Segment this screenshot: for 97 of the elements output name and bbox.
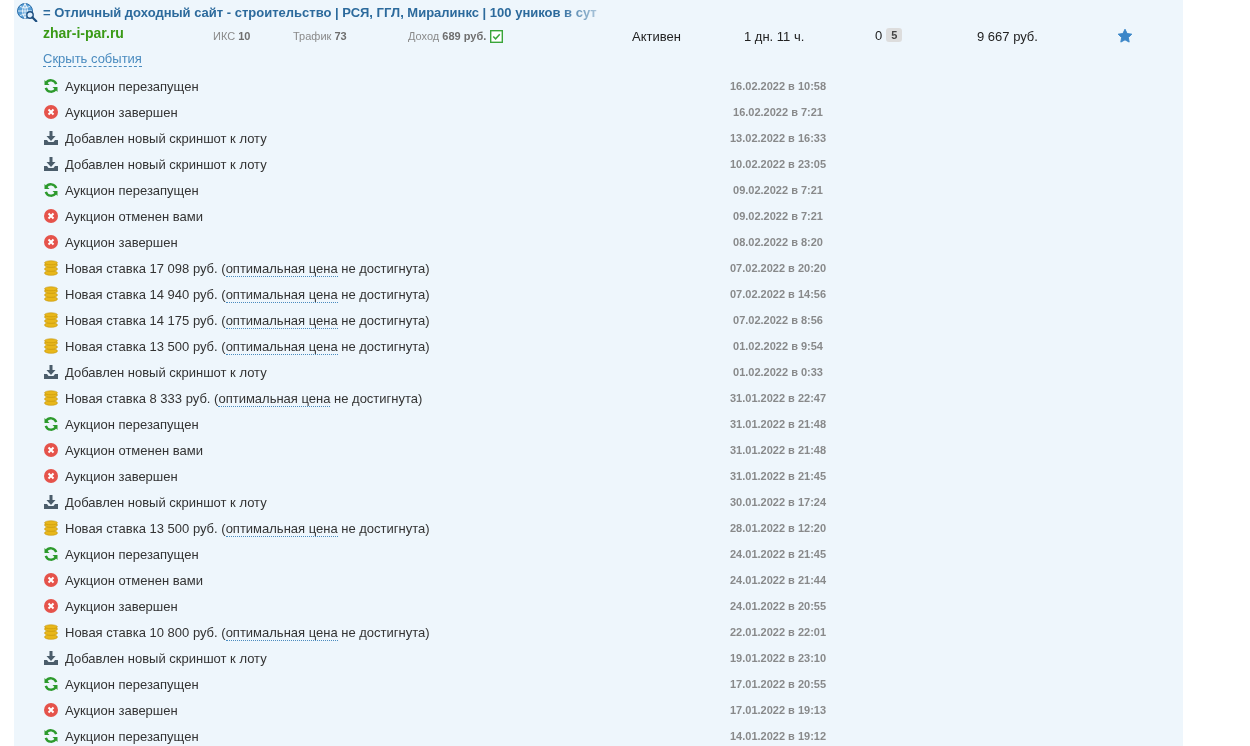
event-date: 01.02.2022 в 9:54 — [732, 340, 824, 352]
optimal-price-link[interactable]: оптимальная цена — [225, 286, 338, 303]
event-text: Добавлен новый скриншот к лоту — [65, 364, 267, 380]
bid-event-text: Новая ставка 8 333 руб. (оптимальная цена не достигнута) — [65, 390, 423, 406]
optimal-price-link[interactable]: оптимальная цена — [225, 312, 338, 329]
event-date: 07.02.2022 в 8:56 — [732, 314, 824, 326]
bid-event-text: Новая ставка 13 500 руб. (оптимальная цена не достигнута) — [65, 338, 430, 354]
event-text: Аукцион завершен — [65, 598, 178, 614]
download-icon — [43, 650, 59, 666]
cross-circle-icon — [43, 208, 59, 224]
cross-circle-icon — [43, 598, 59, 614]
refresh-icon — [43, 416, 59, 432]
coin-stack-icon — [43, 338, 59, 354]
event-text: Аукцион отменен вами — [65, 442, 203, 458]
coin-stack-icon — [43, 260, 59, 276]
event-text: Добавлен новый скриншот к лоту — [65, 130, 267, 146]
event-text: Аукцион перезапущен — [65, 728, 199, 744]
coin-stack-icon — [43, 286, 59, 302]
bid-event-text: Новая ставка 10 800 руб. (оптимальная цена не достигнута) — [65, 624, 430, 640]
refresh-icon — [43, 676, 59, 692]
event-text: Аукцион перезапущен — [65, 78, 199, 94]
event-date: 22.01.2022 в 22:01 — [728, 626, 828, 638]
event-date: 31.01.2022 в 21:48 — [728, 418, 828, 430]
bid-event-text: Новая ставка 13 500 руб. (оптимальная цена не достигнута) — [65, 520, 430, 536]
event-date: 10.02.2022 в 23:05 — [728, 158, 828, 170]
download-icon — [43, 364, 59, 380]
event-date: 28.01.2022 в 12:20 — [728, 522, 828, 534]
coin-stack-icon — [43, 390, 59, 406]
bid-event-text: Новая ставка 17 098 руб. (оптимальная цена не достигнута) — [65, 260, 430, 276]
event-text: Аукцион завершен — [65, 468, 178, 484]
hide-events-link[interactable]: Скрыть события — [43, 51, 142, 67]
event-text: Аукцион перезапущен — [65, 676, 199, 692]
event-date: 24.01.2022 в 21:45 — [728, 548, 828, 560]
globe-search-icon — [16, 2, 38, 22]
event-text: Аукцион перезапущен — [65, 546, 199, 562]
event-text: Аукцион завершен — [65, 702, 178, 718]
event-text: Добавлен новый скриншот к лоту — [65, 156, 267, 172]
event-text: Аукцион отменен вами — [65, 208, 203, 224]
event-date: 31.01.2022 в 21:48 — [728, 444, 828, 456]
cross-circle-icon — [43, 234, 59, 250]
iks-value: ИКС 10 — [213, 30, 252, 42]
cross-circle-icon — [43, 104, 59, 120]
coin-stack-icon — [43, 624, 59, 640]
comment-count-badge[interactable]: 5 — [886, 28, 903, 42]
event-date: 24.01.2022 в 20:55 — [728, 600, 828, 612]
income-value: Доход 689 руб. — [408, 30, 487, 42]
event-date: 07.02.2022 в 14:56 — [728, 288, 828, 300]
refresh-icon — [43, 728, 59, 744]
event-date: 17.01.2022 в 19:13 — [728, 704, 828, 716]
optimal-price-link[interactable]: оптимальная цена — [225, 338, 338, 355]
refresh-icon — [43, 546, 59, 562]
event-date: 14.01.2022 в 19:12 — [728, 730, 828, 742]
optimal-price-link[interactable]: оптимальная цена — [218, 390, 331, 407]
event-date: 31.01.2022 в 21:45 — [728, 470, 828, 482]
event-date: 24.01.2022 в 21:44 — [728, 574, 828, 586]
event-text: Аукцион завершен — [65, 234, 178, 250]
status-text: Активен — [632, 28, 682, 44]
optimal-price-link[interactable]: оптимальная цена — [225, 624, 338, 641]
event-date: 31.01.2022 в 22:47 — [728, 392, 828, 404]
star-icon[interactable] — [1117, 28, 1133, 44]
optimal-price-link[interactable]: оптимальная цена — [225, 520, 338, 537]
cross-circle-icon — [43, 442, 59, 458]
event-date: 09.02.2022 в 7:21 — [732, 210, 824, 222]
event-text: Аукцион отменен вами — [65, 572, 203, 588]
event-text: Аукцион перезапущен — [65, 416, 199, 432]
cross-circle-icon — [43, 702, 59, 718]
event-text: Аукцион перезапущен — [65, 182, 199, 198]
bid-count: 0 — [875, 27, 883, 43]
event-date: 01.02.2022 в 0:33 — [732, 366, 824, 378]
event-date: 08.02.2022 в 8:20 — [732, 236, 824, 248]
event-date: 09.02.2022 в 7:21 — [732, 184, 824, 196]
cross-circle-icon — [43, 572, 59, 588]
event-date: 16.02.2022 в 10:58 — [728, 80, 828, 92]
event-date: 19.01.2022 в 23:10 — [728, 652, 828, 664]
event-text: Добавлен новый скриншот к лоту — [65, 650, 267, 666]
coin-stack-icon — [43, 520, 59, 536]
download-icon — [43, 494, 59, 510]
event-date: 16.02.2022 в 7:21 — [732, 106, 824, 118]
refresh-icon — [43, 182, 59, 198]
download-icon — [43, 156, 59, 172]
event-date: 13.02.2022 в 16:33 — [728, 132, 828, 144]
cross-circle-icon — [43, 468, 59, 484]
coin-stack-icon — [43, 312, 59, 328]
event-text: Аукцион завершен — [65, 104, 178, 120]
event-date: 30.01.2022 в 17:24 — [728, 496, 828, 508]
refresh-icon — [43, 78, 59, 94]
traffic-value: Трафик 73 — [293, 30, 348, 42]
lot-title[interactable]: = Отличный доходный сайт - строительство | РСЯ, ГГЛ, Миралинкс | 100 уников в сут — [43, 4, 597, 20]
price-text: 9 667 руб. — [977, 28, 1039, 44]
event-date: 07.02.2022 в 20:20 — [728, 262, 828, 274]
optimal-price-link[interactable]: оптимальная цена — [225, 260, 338, 277]
time-left: 1 дн. 11 ч. — [744, 28, 806, 44]
event-text: Добавлен новый скриншот к лоту — [65, 494, 267, 510]
bid-event-text: Новая ставка 14 940 руб. (оптимальная цена не достигнута) — [65, 286, 430, 302]
download-icon — [43, 130, 59, 146]
bid-event-text: Новая ставка 14 175 руб. (оптимальная цена не достигнута) — [65, 312, 430, 328]
event-date: 17.01.2022 в 20:55 — [728, 678, 828, 690]
